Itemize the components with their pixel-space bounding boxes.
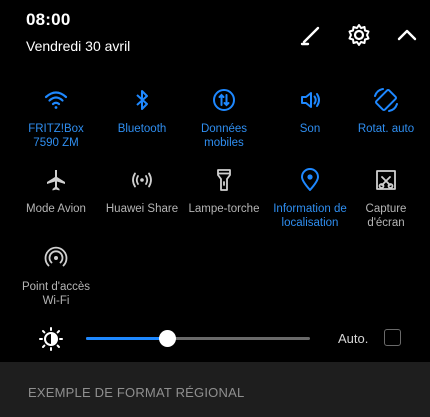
- tile-label: Capture d'écran: [365, 203, 407, 229]
- date-label: Vendredi 30 avril: [26, 38, 131, 54]
- tile-flashlight[interactable]: Lampe-torche: [181, 166, 267, 216]
- auto-brightness-label: Auto.: [338, 331, 369, 346]
- brightness-fill: [86, 337, 167, 340]
- tile-sound[interactable]: Son: [267, 86, 353, 136]
- bluetooth-icon: [128, 86, 156, 114]
- edit-icon[interactable]: [298, 22, 324, 48]
- tile-label: Mode Avion: [26, 203, 86, 215]
- region-format-label: EXEMPLE DE FORMAT RÉGIONAL: [28, 385, 245, 400]
- chevron-up-icon[interactable]: [394, 22, 420, 48]
- tile-label: Bluetooth: [117, 123, 167, 135]
- tile-airplane[interactable]: Mode Avion: [13, 166, 99, 216]
- tile-auto-rotate[interactable]: Rotat. auto: [343, 86, 429, 136]
- brightness-slider[interactable]: [86, 330, 310, 347]
- tile-wifi[interactable]: FRITZ!Box 7590 ZM: [13, 86, 99, 150]
- tile-hotspot[interactable]: Point d'accès Wi-Fi: [13, 244, 99, 308]
- tile-location[interactable]: Information de localisation: [267, 166, 353, 230]
- tile-label: Huawei Share: [105, 203, 179, 215]
- auto-brightness-checkbox[interactable]: [384, 329, 401, 346]
- tile-label: Son: [299, 123, 321, 135]
- flashlight-icon: [210, 166, 238, 194]
- tile-label: Lampe-torche: [188, 203, 260, 215]
- tile-huawei-share[interactable]: Huawei Share: [99, 166, 185, 216]
- hotspot-icon: [42, 244, 70, 272]
- airplane-icon: [42, 166, 70, 194]
- gear-icon[interactable]: [346, 22, 372, 48]
- mobile-data-icon: [210, 86, 238, 114]
- brightness-thumb[interactable]: [158, 330, 176, 347]
- huawei-share-icon: [128, 166, 156, 194]
- screenshot-icon: [372, 166, 400, 194]
- sound-icon: [296, 86, 324, 114]
- tile-label: FRITZ!Box 7590 ZM: [28, 123, 84, 149]
- brightness-icon: [38, 326, 64, 352]
- tile-bluetooth[interactable]: Bluetooth: [99, 86, 185, 136]
- tile-label: Rotat. auto: [357, 123, 415, 135]
- tile-mobile-data[interactable]: Données mobiles: [181, 86, 267, 150]
- tile-label: Données mobiles: [200, 123, 248, 149]
- clock-time: 08:00: [26, 10, 71, 29]
- tile-label: Point d'accès Wi-Fi: [21, 281, 91, 307]
- auto-rotate-icon: [372, 86, 400, 114]
- tile-label: Information de localisation: [273, 203, 347, 229]
- tile-screenshot[interactable]: Capture d'écran: [343, 166, 429, 230]
- wifi-icon: [42, 86, 70, 114]
- location-icon: [296, 166, 324, 194]
